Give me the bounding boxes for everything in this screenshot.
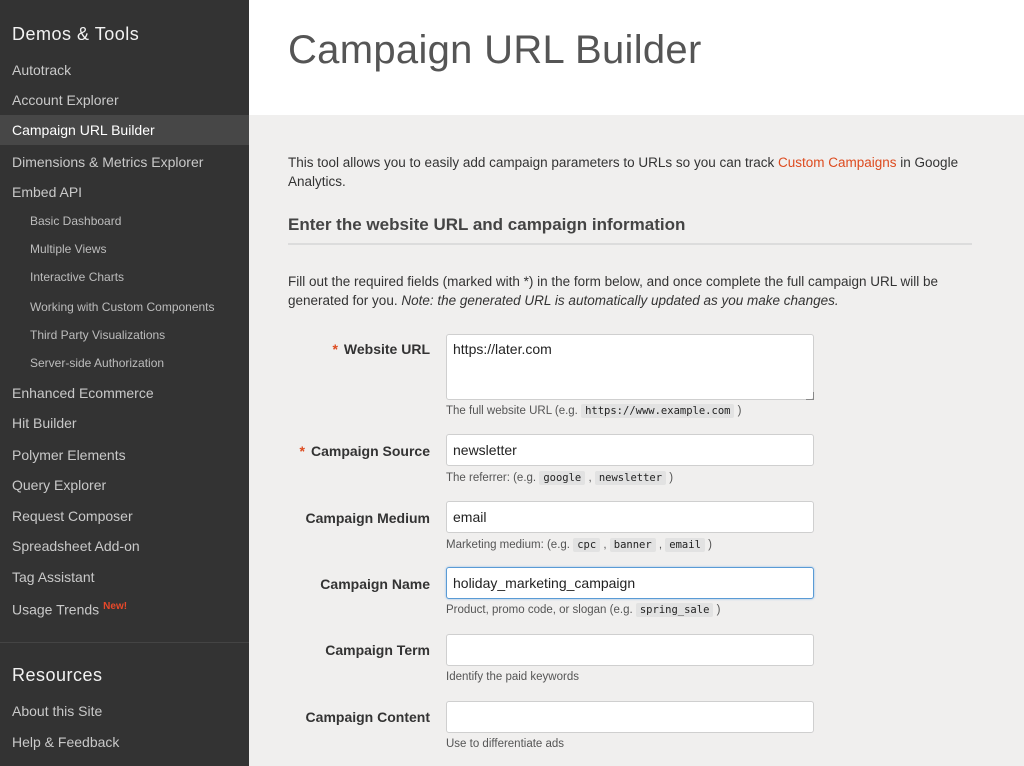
sidebar-item-label: Third Party Visualizations (30, 328, 166, 342)
instructions-text: Fill out the required fields (marked wit… (288, 272, 978, 310)
help-code: spring_sale (635, 603, 714, 617)
sidebar-divider (0, 642, 249, 643)
new-badge: New! (103, 601, 128, 612)
sidebar-item-embed-api[interactable]: Embed API (0, 177, 249, 207)
sidebar-item-help-feedback[interactable]: Help & Feedback (0, 727, 249, 757)
help-code: cpc (573, 538, 601, 552)
campaign-source-help: The referrer: (e.g. google , newsletter … (446, 471, 674, 485)
campaign-name-label-text: Campaign Name (320, 576, 430, 592)
sidebar-item-label: Enhanced Ecommerce (12, 385, 154, 401)
sidebar-item-server-side-authorization[interactable]: Server-side Authorization (0, 348, 249, 378)
website-url-label: * Website URL (288, 341, 430, 357)
campaign-name-label: Campaign Name (288, 576, 430, 592)
sidebar-item-label: Hit Builder (12, 415, 77, 431)
textarea-resize-handle[interactable] (806, 392, 814, 400)
instructions-note: Note: the generated URL is automatically… (401, 293, 839, 308)
sidebar-item-label: Query Explorer (12, 477, 107, 493)
sidebar-item-about-this-site[interactable]: About this Site (0, 696, 249, 726)
campaign-medium-help: Marketing medium: (e.g. cpc , banner , e… (446, 538, 712, 552)
help-code: newsletter (594, 471, 667, 485)
sidebar-item-query-explorer[interactable]: Query Explorer (0, 470, 249, 500)
sidebar-item-label: Usage Trends (12, 601, 100, 618)
page-title: Campaign URL Builder (288, 28, 702, 72)
campaign-name-input[interactable] (446, 567, 814, 599)
resources-heading: Resources (12, 665, 103, 685)
page-header: Campaign URL Builder (249, 0, 1024, 115)
campaign-content-help: Use to differentiate ads (446, 738, 565, 750)
section-title: Enter the website URL and campaign infor… (288, 215, 686, 234)
sidebar-item-campaign-url-builder[interactable]: Campaign URL Builder (0, 115, 249, 145)
sidebar-item-label: Autotrack (12, 62, 72, 78)
sidebar-item-account-explorer[interactable]: Account Explorer (0, 85, 249, 115)
help-suffix: ) (704, 539, 712, 551)
sidebar-item-hit-builder[interactable]: Hit Builder (0, 408, 249, 438)
intro-text-before: This tool allows you to easily add campa… (288, 155, 778, 170)
website-url-input[interactable]: https://later.com (446, 334, 814, 400)
sidebar-item-label: Campaign URL Builder (12, 122, 155, 138)
sidebar-item-polymer-elements[interactable]: Polymer Elements (0, 440, 249, 470)
sidebar-item-label: Working with Custom Components (30, 300, 215, 314)
required-marker: * (332, 341, 338, 357)
sidebar-item-third-party-visualizations[interactable]: Third Party Visualizations (0, 320, 249, 350)
sidebar-item-multiple-views[interactable]: Multiple Views (0, 234, 249, 264)
campaign-term-label: Campaign Term (288, 642, 430, 658)
sidebar-item-label: Polymer Elements (12, 447, 126, 463)
help-prefix: Marketing medium: (e.g. (446, 539, 574, 551)
campaign-source-input[interactable] (446, 434, 814, 466)
sidebar: Demos & Tools Autotrack Account Explorer… (0, 0, 249, 766)
help-code: banner (609, 538, 656, 552)
sidebar-item-label: About this Site (12, 703, 103, 719)
sidebar-item-spreadsheet-add-on[interactable]: Spreadsheet Add-on (0, 531, 249, 561)
campaign-medium-input[interactable] (446, 501, 814, 533)
help-prefix: The full website URL (e.g. (446, 405, 582, 417)
sidebar-item-autotrack[interactable]: Autotrack (0, 55, 249, 85)
sidebar-item-label: Tag Assistant (12, 569, 95, 585)
sidebar-item-label: Help & Feedback (12, 734, 120, 750)
sidebar-item-interactive-charts[interactable]: Interactive Charts (0, 262, 249, 292)
help-suffix: ) (734, 405, 742, 417)
campaign-term-help: Identify the paid keywords (446, 671, 579, 683)
campaign-term-label-text: Campaign Term (325, 642, 430, 658)
sidebar-item-label: Server-side Authorization (30, 356, 165, 370)
sidebar-item-label: Multiple Views (30, 242, 107, 256)
campaign-medium-label: Campaign Medium (288, 510, 430, 526)
sidebar-item-usage-trends[interactable]: Usage Trends New! (0, 592, 249, 622)
sidebar-item-label: Dimensions & Metrics Explorer (12, 154, 204, 170)
campaign-source-label-text: Campaign Source (310, 443, 430, 459)
intro-text: This tool allows you to easily add campa… (288, 153, 978, 191)
campaign-content-label: Campaign Content (288, 709, 430, 725)
help-suffix: ) (713, 604, 721, 616)
campaign-content-label-text: Campaign Content (305, 709, 430, 725)
help-prefix: The referrer: (e.g. (446, 472, 540, 484)
help-code: email (665, 538, 705, 552)
campaign-term-input[interactable] (446, 634, 814, 666)
sidebar-item-request-composer[interactable]: Request Composer (0, 501, 249, 531)
help-code: https://www.example.com (581, 404, 735, 418)
campaign-name-help: Product, promo code, or slogan (e.g. spr… (446, 603, 721, 617)
required-marker: * (299, 443, 305, 459)
help-prefix: Product, promo code, or slogan (e.g. (446, 604, 636, 616)
sidebar-item-label: Basic Dashboard (30, 214, 122, 228)
section-divider (288, 243, 972, 245)
sidebar-item-label: Interactive Charts (30, 270, 125, 284)
sidebar-item-enhanced-ecommerce[interactable]: Enhanced Ecommerce (0, 378, 249, 408)
sidebar-item-label: Account Explorer (12, 92, 119, 108)
custom-campaigns-link[interactable]: Custom Campaigns (778, 155, 897, 170)
website-url-help: The full website URL (e.g. https://www.e… (446, 404, 742, 418)
sidebar-item-label: Spreadsheet Add-on (12, 538, 140, 554)
sidebar-item-tag-assistant[interactable]: Tag Assistant (0, 562, 249, 592)
help-suffix: ) (666, 472, 674, 484)
sidebar-item-basic-dashboard[interactable]: Basic Dashboard (0, 206, 249, 236)
sidebar-item-custom-components[interactable]: Working with Custom Components (0, 292, 249, 322)
sidebar-item-dimensions-metrics-explorer[interactable]: Dimensions & Metrics Explorer (0, 147, 249, 177)
sidebar-heading: Demos & Tools (12, 24, 140, 44)
campaign-content-input[interactable] (446, 701, 814, 733)
campaign-medium-label-text: Campaign Medium (305, 510, 430, 526)
sidebar-item-label: Request Composer (12, 508, 133, 524)
website-url-label-text: Website URL (343, 341, 430, 357)
sidebar-item-label: Embed API (12, 184, 83, 200)
campaign-source-label: * Campaign Source (288, 443, 430, 459)
help-code: google (539, 471, 586, 485)
